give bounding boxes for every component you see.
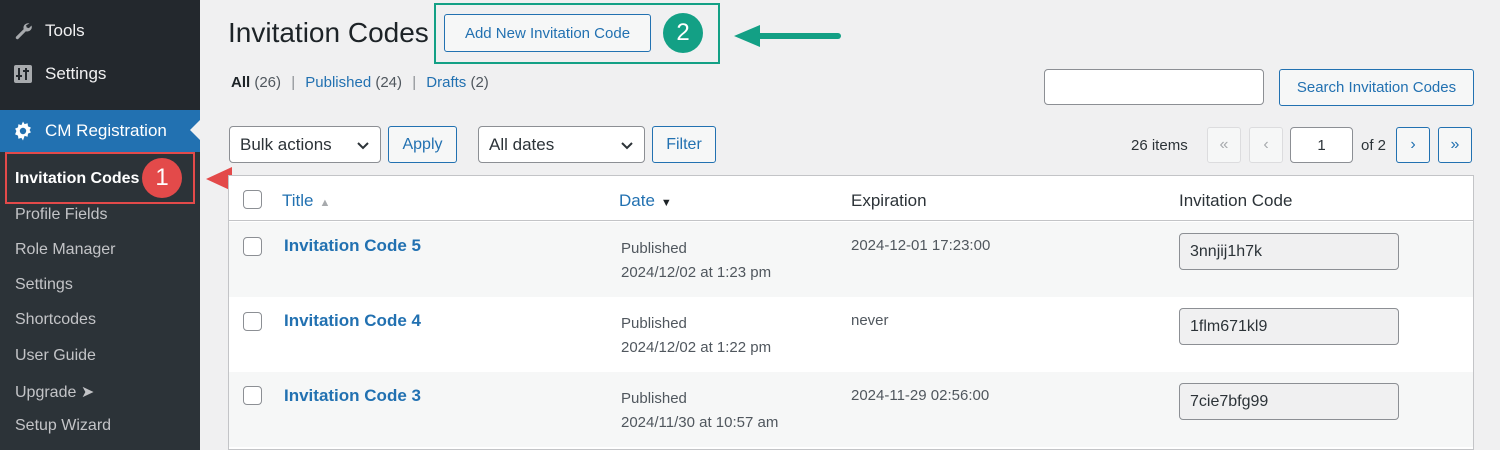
- row-expiration: never: [851, 312, 889, 329]
- sort-icon: ▲: [319, 197, 331, 209]
- dates-filter-value: All dates: [489, 134, 555, 154]
- admin-sidebar: Tools Settings CM Registration Invitatio…: [0, 0, 200, 450]
- filter-published-link[interactable]: Published: [305, 74, 371, 91]
- row-date-value: 2024/12/02 at 1:23 pm: [621, 264, 772, 281]
- annotation-badge-1: 1: [142, 158, 182, 198]
- column-title-header[interactable]: Title ▲: [282, 191, 330, 211]
- page-title: Invitation Codes: [228, 17, 429, 48]
- sliders-icon: [11, 62, 35, 86]
- annotation-arrow-green-icon: [734, 25, 841, 47]
- bulk-actions-value: Bulk actions: [240, 134, 332, 154]
- current-page-input[interactable]: 1: [1290, 127, 1353, 163]
- submenu-item-shortcodes[interactable]: Shortcodes: [15, 311, 96, 329]
- column-expiration-header: Expiration: [851, 191, 927, 210]
- menu-item-label: Tools: [45, 21, 85, 40]
- first-page-button: «: [1207, 127, 1241, 163]
- search-input[interactable]: [1044, 69, 1264, 105]
- row-date: Published 2024/12/02 at 1:23 pm: [621, 237, 771, 285]
- submenu-item-user-guide[interactable]: User Guide: [15, 347, 96, 365]
- gear-icon: [11, 119, 35, 143]
- filter-published-count: (24): [375, 74, 403, 91]
- column-title-label: Title: [282, 191, 314, 210]
- dates-filter-select[interactable]: All dates: [478, 126, 645, 163]
- menu-item-cm-registration[interactable]: CM Registration: [0, 110, 200, 152]
- select-all-checkbox[interactable]: [243, 190, 262, 209]
- table-row: Invitation Code 5 Published 2024/12/02 a…: [229, 222, 1473, 297]
- prev-page-button: ‹: [1249, 127, 1283, 163]
- row-status: Published: [621, 390, 687, 407]
- filter-button[interactable]: Filter: [652, 126, 716, 163]
- row-checkbox[interactable]: [243, 386, 262, 405]
- filter-all-count: (26): [254, 74, 282, 91]
- add-new-invitation-code-button[interactable]: Add New Invitation Code: [444, 14, 651, 52]
- filter-separator: |: [291, 74, 296, 91]
- submenu-item-upgrade[interactable]: Upgrade ➤: [15, 382, 94, 402]
- table-row: Invitation Code 3 Published 2024/11/30 a…: [229, 372, 1473, 447]
- column-invitation-code-header: Invitation Code: [1179, 191, 1293, 210]
- row-date-value: 2024/11/30 at 10:57 am: [621, 414, 779, 431]
- menu-item-label: CM Registration: [45, 121, 167, 140]
- row-expiration: 2024-12-01 17:23:00: [851, 237, 991, 254]
- status-filter-links: All (26) | Published (24) | Drafts (2): [231, 74, 489, 91]
- next-page-button[interactable]: ›: [1396, 127, 1430, 163]
- submenu-item-setup-wizard[interactable]: Setup Wizard: [15, 417, 111, 435]
- row-invitation-code-field[interactable]: 1flm671kl9: [1179, 308, 1399, 345]
- row-status: Published: [621, 315, 687, 332]
- menu-item-settings[interactable]: Settings: [0, 54, 200, 94]
- row-date: Published 2024/12/02 at 1:22 pm: [621, 312, 771, 360]
- row-date-value: 2024/12/02 at 1:22 pm: [621, 339, 772, 356]
- sort-desc-icon: ▼: [660, 197, 672, 209]
- row-status: Published: [621, 240, 687, 257]
- row-date: Published 2024/11/30 at 10:57 am: [621, 387, 778, 435]
- row-checkbox[interactable]: [243, 312, 262, 331]
- items-count: 26 items: [1131, 137, 1188, 154]
- submenu-item-role-manager[interactable]: Role Manager: [15, 241, 116, 259]
- apply-button[interactable]: Apply: [388, 126, 457, 163]
- filter-drafts-link[interactable]: Drafts: [426, 74, 466, 91]
- row-title-link[interactable]: Invitation Code 3: [284, 386, 421, 406]
- search-invitation-codes-button[interactable]: Search Invitation Codes: [1279, 69, 1474, 106]
- annotation-badge-2: 2: [663, 13, 703, 53]
- menu-item-label: Settings: [45, 64, 107, 83]
- row-title-link[interactable]: Invitation Code 4: [284, 311, 421, 331]
- row-checkbox[interactable]: [243, 237, 262, 256]
- row-expiration: 2024-11-29 02:56:00: [851, 387, 990, 404]
- table-header: Title ▲ Date ▼ Expiration Invitation Code: [229, 176, 1473, 221]
- filter-all-link[interactable]: All: [231, 74, 250, 91]
- chevron-down-icon: [357, 142, 369, 150]
- table-row: Invitation Code 4 Published 2024/12/02 a…: [229, 297, 1473, 372]
- chevron-down-icon: [621, 142, 633, 150]
- row-invitation-code-field[interactable]: 7cie7bfg99: [1179, 383, 1399, 420]
- submenu-item-settings[interactable]: Settings: [15, 276, 73, 294]
- submenu-item-profile-fields[interactable]: Profile Fields: [15, 206, 107, 224]
- filter-drafts-count: (2): [470, 74, 489, 91]
- total-pages-text: of 2: [1361, 137, 1387, 154]
- filter-separator: |: [412, 74, 417, 91]
- row-invitation-code-field[interactable]: 3nnjij1h7k: [1179, 233, 1399, 270]
- bulk-actions-select[interactable]: Bulk actions: [229, 126, 381, 163]
- invitation-codes-table: Title ▲ Date ▼ Expiration Invitation Code …: [228, 175, 1474, 450]
- wrench-icon: [11, 19, 35, 43]
- column-date-header[interactable]: Date ▼: [619, 191, 672, 211]
- row-title-link[interactable]: Invitation Code 5: [284, 236, 421, 256]
- last-page-button[interactable]: »: [1438, 127, 1472, 163]
- column-date-label: Date: [619, 191, 655, 210]
- menu-item-tools[interactable]: Tools: [0, 11, 200, 51]
